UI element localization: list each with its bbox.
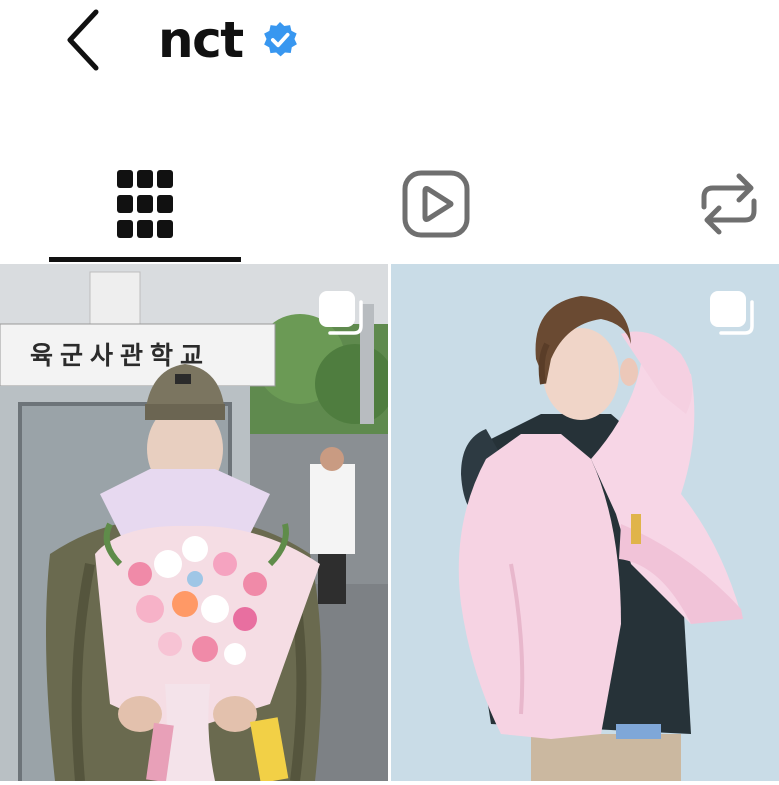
post-thumbnail-pink-jacket[interactable]: [391, 264, 779, 781]
profile-tab-bar: [0, 150, 779, 262]
profile-username: nct: [158, 11, 244, 69]
back-button[interactable]: [60, 6, 110, 72]
verified-badge-icon: [263, 21, 297, 57]
tab-posts-grid[interactable]: [49, 150, 241, 258]
chevron-left-icon: [67, 9, 99, 71]
grid-icon: [117, 170, 173, 238]
tab-reposts[interactable]: [680, 150, 779, 258]
multiple-photos-icon: [710, 291, 754, 335]
active-tab-indicator: [49, 257, 241, 262]
post-thumbnail-soldier-bouquet[interactable]: 육군사관학교: [0, 264, 388, 781]
profile-title-row: nct: [158, 10, 299, 70]
tab-reels[interactable]: [340, 150, 532, 258]
posts-grid: 육군사관학교: [0, 264, 779, 785]
post-image-2: [391, 264, 779, 781]
multiple-photos-icon: [319, 291, 363, 335]
profile-header: nct: [0, 0, 779, 100]
repost-icon: [701, 173, 757, 235]
post-sign-text: 육군사관학교: [30, 341, 211, 370]
reels-play-icon: [402, 170, 470, 238]
